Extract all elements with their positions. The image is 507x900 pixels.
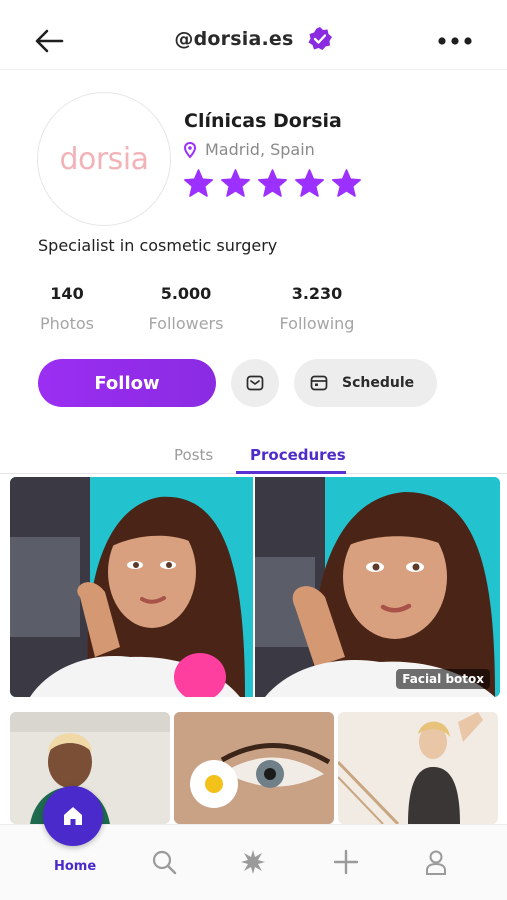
stat-label: Following xyxy=(279,314,355,333)
home-icon xyxy=(64,807,82,825)
top-bar: @dorsia.es xyxy=(0,0,507,70)
procedure-caption: Facial botox xyxy=(396,669,490,689)
verified-badge-icon xyxy=(308,27,332,50)
procedure-photo-featured[interactable]: Facial botox xyxy=(255,477,500,697)
star-icon xyxy=(295,169,324,197)
message-icon xyxy=(246,375,264,391)
nav-home-label[interactable]: Home xyxy=(54,859,96,874)
eye-closeup-image xyxy=(174,712,334,824)
schedule-button[interactable]: Schedule xyxy=(294,359,437,407)
message-button[interactable] xyxy=(231,359,279,407)
follow-button[interactable]: Follow xyxy=(38,359,216,407)
avatar[interactable]: dorsia xyxy=(37,92,171,226)
procedure-thumbnail[interactable] xyxy=(174,712,334,824)
star-icon xyxy=(332,169,361,197)
avatar-logo: dorsia xyxy=(59,141,149,177)
calendar-icon xyxy=(310,375,328,391)
stat-label: Followers xyxy=(148,314,224,333)
nav-home-button[interactable] xyxy=(43,786,103,846)
procedure-photo[interactable] xyxy=(10,477,253,697)
plus-icon[interactable] xyxy=(333,849,359,875)
profile-bio: Specialist in cosmetic surgery xyxy=(38,236,278,255)
active-tab-indicator xyxy=(236,471,346,474)
star-icon xyxy=(258,169,287,197)
profile-handle-wrap: @dorsia.es xyxy=(0,26,507,52)
user-icon[interactable] xyxy=(423,849,449,875)
stat-following[interactable]: 3.230 Following xyxy=(275,284,359,333)
location-text: Madrid, Spain xyxy=(205,140,315,159)
rating-stars xyxy=(183,168,368,199)
stat-value: 5.000 xyxy=(160,284,212,303)
procedure-thumbnail[interactable] xyxy=(338,712,498,824)
portrait-image xyxy=(255,477,500,697)
profile-handle: @dorsia.es xyxy=(174,28,294,50)
stat-value: 140 xyxy=(50,284,84,303)
profile-location: Madrid, Spain xyxy=(184,140,315,159)
portrait-image xyxy=(338,712,498,824)
star-icon xyxy=(184,169,213,197)
profile-name: Clínicas Dorsia xyxy=(184,110,342,132)
star-icon xyxy=(221,169,250,197)
search-icon[interactable] xyxy=(151,849,177,875)
stat-value: 3.230 xyxy=(291,284,343,303)
schedule-label: Schedule xyxy=(342,375,415,391)
stat-label: Photos xyxy=(40,314,94,333)
location-pin-icon xyxy=(184,141,196,158)
sparkle-icon[interactable] xyxy=(240,849,266,875)
portrait-image xyxy=(10,477,253,697)
profile-tabs: Posts Procedures xyxy=(0,440,507,474)
stat-followers[interactable]: 5.000 Followers xyxy=(144,284,228,333)
tab-posts[interactable]: Posts xyxy=(174,446,213,464)
tab-procedures[interactable]: Procedures xyxy=(250,446,346,464)
stat-photos[interactable]: 140 Photos xyxy=(38,284,96,333)
more-dots-icon[interactable] xyxy=(438,37,472,45)
